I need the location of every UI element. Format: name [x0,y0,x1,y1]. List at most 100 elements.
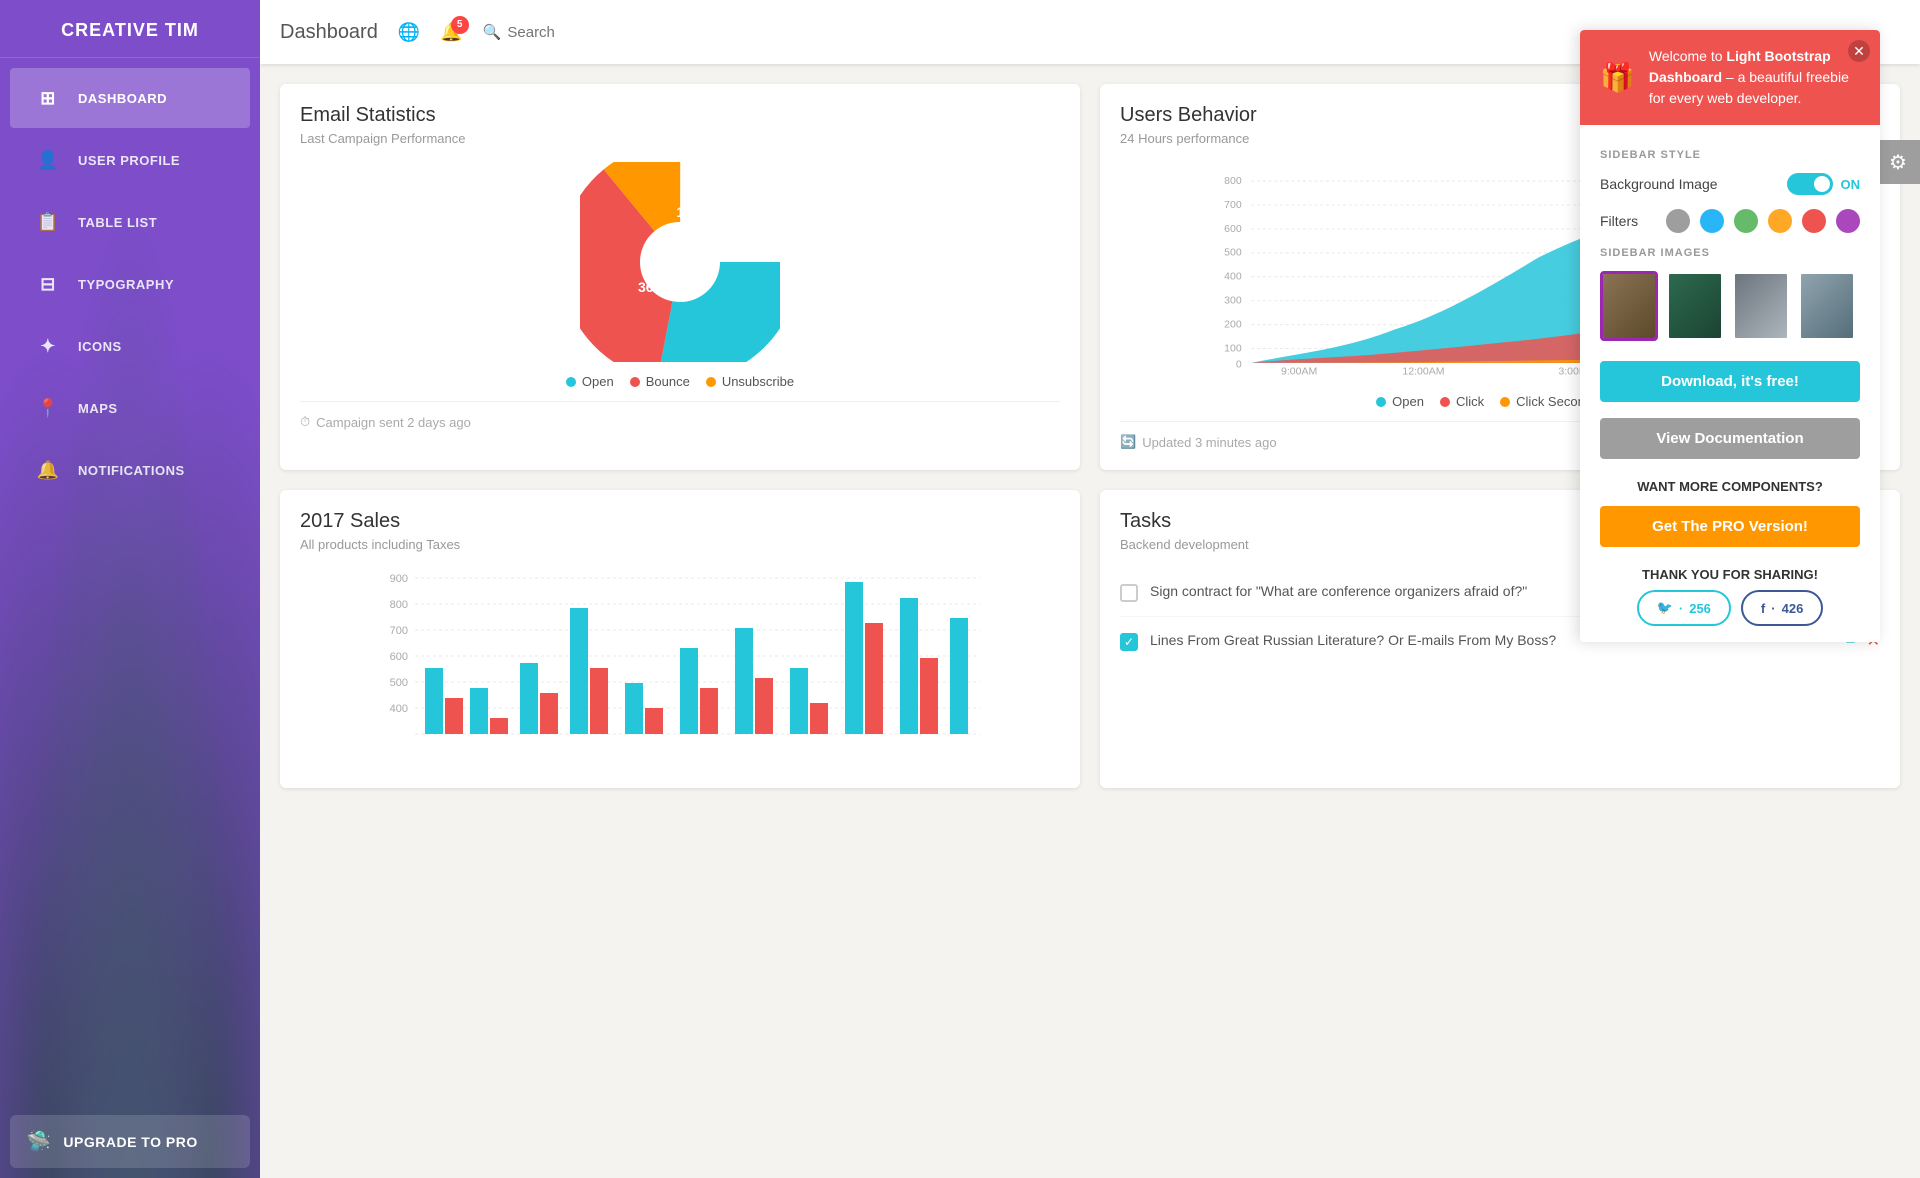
bar-9-red [865,623,883,734]
bar-1-red [445,698,463,734]
search-box[interactable]: 🔍 [483,23,628,41]
users-legend-open: Open [1376,394,1424,409]
email-card-subtitle: Last Campaign Performance [300,131,1060,146]
bg-image-row: Background Image ON [1600,173,1860,195]
welcome-close-button[interactable]: ✕ [1848,40,1870,62]
legend-unsubscribe: Unsubscribe [706,374,794,389]
users-legend-click: Click [1440,394,1484,409]
filter-gray[interactable] [1666,209,1690,233]
bar-3-cyan [520,663,538,734]
legend-bounce: Bounce [630,374,690,389]
users-legend-label-open: Open [1392,394,1424,409]
filter-dots [1666,209,1860,233]
svg-text:300: 300 [1224,295,1242,307]
bounce-pct-label: 36% [638,279,667,295]
svg-text:400: 400 [390,703,408,715]
users-footer-text: Updated 3 minutes ago [1142,435,1276,450]
sidebar-img-4[interactable] [1798,271,1856,341]
email-statistics-card: Email Statistics Last Campaign Performan… [280,84,1080,470]
filters-row: Filters [1600,209,1860,233]
gear-button[interactable]: ⚙ [1876,140,1920,184]
pie-chart: 53% 36% 11% [580,162,780,362]
sidebar-item-notifications[interactable]: 🔔 NOTIFICATIONS [10,440,250,500]
toggle-label: ON [1841,177,1861,192]
upgrade-button[interactable]: 🛸 UPGRADE TO PRO [10,1115,250,1168]
sidebar-label-dashboard: DASHBOARD [78,91,167,106]
filter-orange[interactable] [1768,209,1792,233]
task-checkbox-2[interactable]: ✓ [1120,633,1138,651]
sidebar-label-icons: ICONS [78,339,122,354]
search-input[interactable] [507,24,627,41]
bar-8-cyan [790,668,808,734]
pie-chart-container: 53% 36% 11% [300,162,1060,362]
users-legend-dot-click [1440,397,1450,407]
sidebar-img-inner-1 [1603,274,1655,338]
gear-icon: ⚙ [1889,150,1907,175]
bar-7-cyan [735,628,753,734]
sales-card-subtitle: All products including Taxes [300,537,1060,552]
sidebar: CREATIVE TIM ⊞ DASHBOARD 👤 USER PROFILE … [0,0,260,1178]
email-footer-text: Campaign sent 2 days ago [316,415,471,430]
welcome-banner: 🎁 Welcome to Light Bootstrap Dashboard –… [1580,30,1880,125]
dashboard-icon: ⊞ [30,80,66,116]
legend-label-bounce: Bounce [646,374,690,389]
legend-dot-unsubscribe [706,377,716,387]
task-checkbox-1[interactable] [1120,584,1138,602]
notifications-icon: 🔔 [30,452,66,488]
bar-7-red [755,678,773,734]
refresh-icon: 🔄 [1120,434,1136,450]
svg-text:200: 200 [1224,318,1242,330]
globe-icon[interactable]: 🌐 [398,22,420,43]
users-legend-dot-click-second [1500,397,1510,407]
svg-text:900: 900 [390,573,408,585]
sidebar-item-maps[interactable]: 📍 MAPS [10,378,250,438]
facebook-share-button[interactable]: f · 426 [1741,590,1823,626]
users-legend-dot-open [1376,397,1386,407]
filter-blue[interactable] [1700,209,1724,233]
clock-icon: ⏱ [300,414,310,430]
get-pro-button[interactable]: Get The PRO Version! [1600,506,1860,547]
twitter-icon: 🐦 [1657,600,1673,616]
bg-image-toggle[interactable]: ON [1787,173,1861,195]
notifications-bell[interactable]: 🔔 5 [440,22,462,43]
sidebar-item-icons[interactable]: ✦ ICONS [10,316,250,376]
twitter-share-button[interactable]: 🐦 · 256 [1637,590,1731,626]
bar-5-cyan [625,683,643,734]
view-doc-button[interactable]: View Documentation [1600,418,1860,459]
filter-red[interactable] [1802,209,1826,233]
filter-purple[interactable] [1836,209,1860,233]
svg-text:500: 500 [390,677,408,689]
sidebar-img-2[interactable] [1666,271,1724,341]
sidebar-label-notifications: NOTIFICATIONS [78,463,185,478]
sidebar-item-typography[interactable]: ⊟ TYPOGRAPHY [10,254,250,314]
facebook-icon: f [1761,601,1765,616]
sidebar-item-table-list[interactable]: 📋 TABLE LIST [10,192,250,252]
sidebar-item-user-profile[interactable]: 👤 USER PROFILE [10,130,250,190]
sidebar-img-inner-3 [1735,274,1787,338]
bar-4-cyan [570,608,588,734]
sidebar-item-dashboard[interactable]: ⊞ DASHBOARD [10,68,250,128]
welcome-before: Welcome to [1649,48,1727,64]
email-card-title: Email Statistics [300,104,1060,127]
download-button[interactable]: Download, it's free! [1600,361,1860,402]
bar-6-red [700,688,718,734]
bell-badge: 5 [451,16,469,34]
sidebar-img-3[interactable] [1732,271,1790,341]
upgrade-label: UPGRADE TO PRO [63,1134,197,1150]
bar-9-cyan [845,582,863,734]
bar-8-red [810,703,828,734]
bar-2-cyan [470,688,488,734]
typography-icon: ⊟ [30,266,66,302]
svg-text:600: 600 [1224,223,1242,235]
open-pct-label: 53% [691,244,720,260]
legend-label-unsubscribe: Unsubscribe [722,374,794,389]
toggle-track[interactable] [1787,173,1833,195]
svg-text:9:00AM: 9:00AM [1281,365,1317,377]
sidebar-images-row [1600,271,1860,341]
sidebar-style-label: SIDEBAR STYLE [1600,149,1860,161]
bar-1-cyan [425,668,443,734]
filter-green[interactable] [1734,209,1758,233]
sidebar-img-1[interactable] [1600,271,1658,341]
legend-open: Open [566,374,614,389]
user-icon: 👤 [30,142,66,178]
